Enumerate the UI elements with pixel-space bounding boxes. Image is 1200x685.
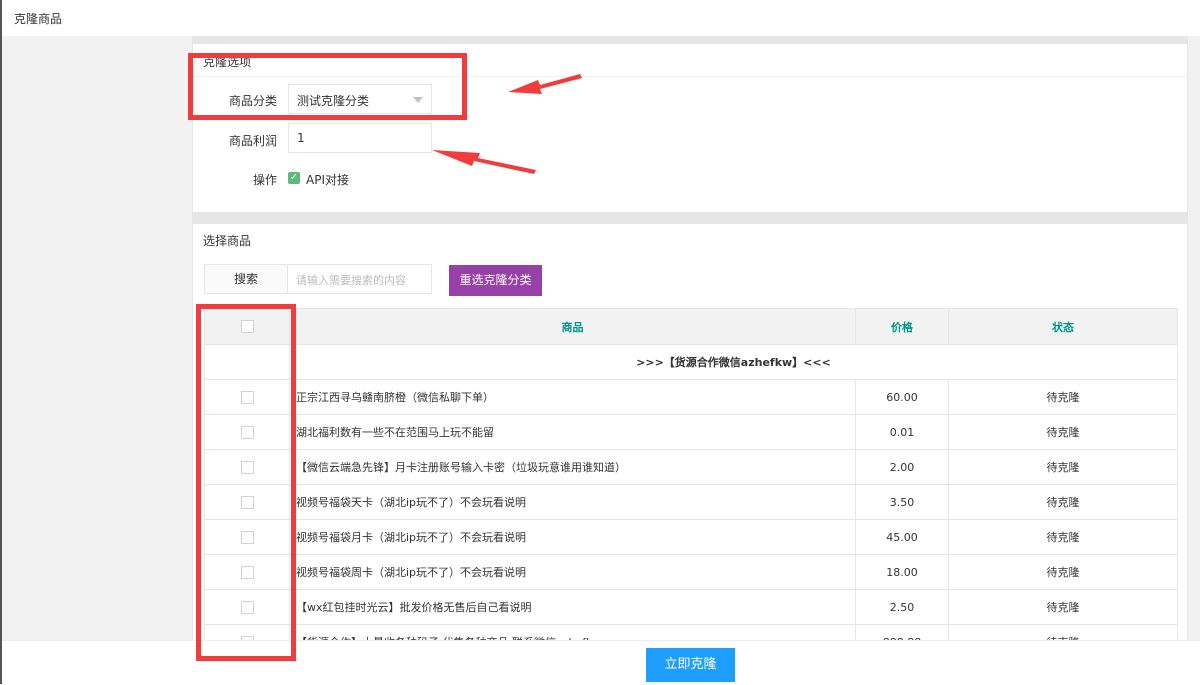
arrow-pointer-profit [432, 150, 536, 174]
annotation-arrows [432, 74, 582, 174]
arrow-pointer-category [508, 74, 582, 94]
